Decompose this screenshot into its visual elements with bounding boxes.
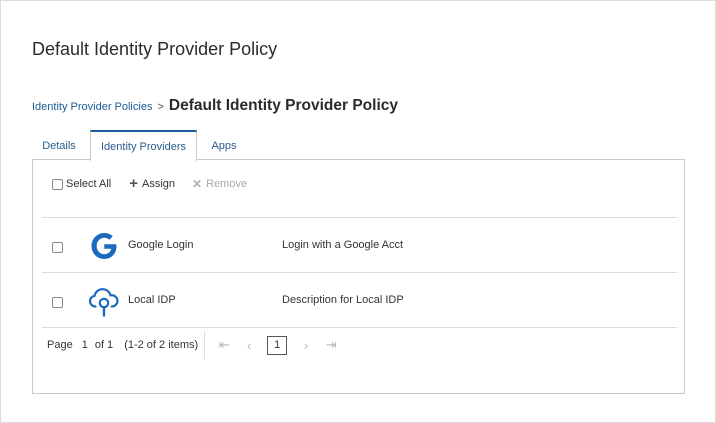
assign-label: Assign	[142, 178, 176, 190]
breadcrumb-separator: >	[157, 101, 164, 113]
provider-name: Google Login	[128, 239, 194, 251]
select-all[interactable]: Select All	[52, 178, 111, 190]
row-checkbox[interactable]	[52, 242, 63, 253]
page-title: Default Identity Provider Policy	[32, 39, 278, 59]
select-all-label: Select All	[66, 178, 112, 190]
main-page: Default Identity Provider Policy Identit…	[0, 0, 716, 423]
assign-button[interactable]: + Assign	[129, 175, 176, 192]
select-all-checkbox[interactable]	[52, 178, 63, 190]
divider	[42, 327, 677, 328]
current-page: 1	[81, 339, 88, 351]
provider-name: Local IDP	[128, 294, 176, 306]
previous-page-icon[interactable]: ‹	[242, 338, 256, 353]
pager-divider	[204, 331, 206, 359]
google-icon	[91, 233, 117, 259]
table-row[interactable]: Google Login Login with a Google Acct	[42, 218, 677, 272]
pagination: Page 1 of 1 (1-2 of 2 items) ⇤ ‹ 1 › ⇥	[47, 331, 349, 359]
plus-icon: +	[129, 175, 139, 192]
toolbar: Select All + Assign ✕ Remove	[52, 176, 247, 192]
remove-button[interactable]: ✕ Remove	[192, 177, 247, 191]
tab-apps[interactable]: Apps	[202, 130, 246, 160]
page-label: Page	[47, 339, 73, 351]
remove-label: Remove	[206, 178, 248, 190]
breadcrumb: Identity Provider Policies > Default Ide…	[32, 97, 398, 115]
next-page-icon[interactable]: ›	[299, 338, 313, 353]
provider-description: Login with a Google Acct	[282, 239, 404, 251]
cloud-key-icon	[88, 288, 119, 317]
provider-description: Description for Local IDP	[282, 294, 404, 306]
breadcrumb-current: Default Identity Provider Policy	[168, 97, 398, 114]
first-page-icon[interactable]: ⇤	[217, 337, 231, 353]
last-page-icon[interactable]: ⇥	[324, 337, 338, 353]
tab-details[interactable]: Details	[32, 130, 86, 160]
item-range: (1-2 of 2 items)	[124, 339, 199, 351]
row-checkbox[interactable]	[52, 297, 63, 308]
page-number-button[interactable]: 1	[267, 335, 288, 355]
table-row[interactable]: Local IDP Description for Local IDP	[42, 273, 677, 327]
close-icon: ✕	[192, 177, 203, 191]
identity-providers-panel: Select All + Assign ✕ Remove Google Logi…	[32, 159, 685, 394]
breadcrumb-link-identity-provider-policies[interactable]: Identity Provider Policies	[32, 101, 152, 113]
page-count: of 1	[94, 339, 114, 351]
tab-identity-providers[interactable]: Identity Providers	[90, 130, 197, 161]
